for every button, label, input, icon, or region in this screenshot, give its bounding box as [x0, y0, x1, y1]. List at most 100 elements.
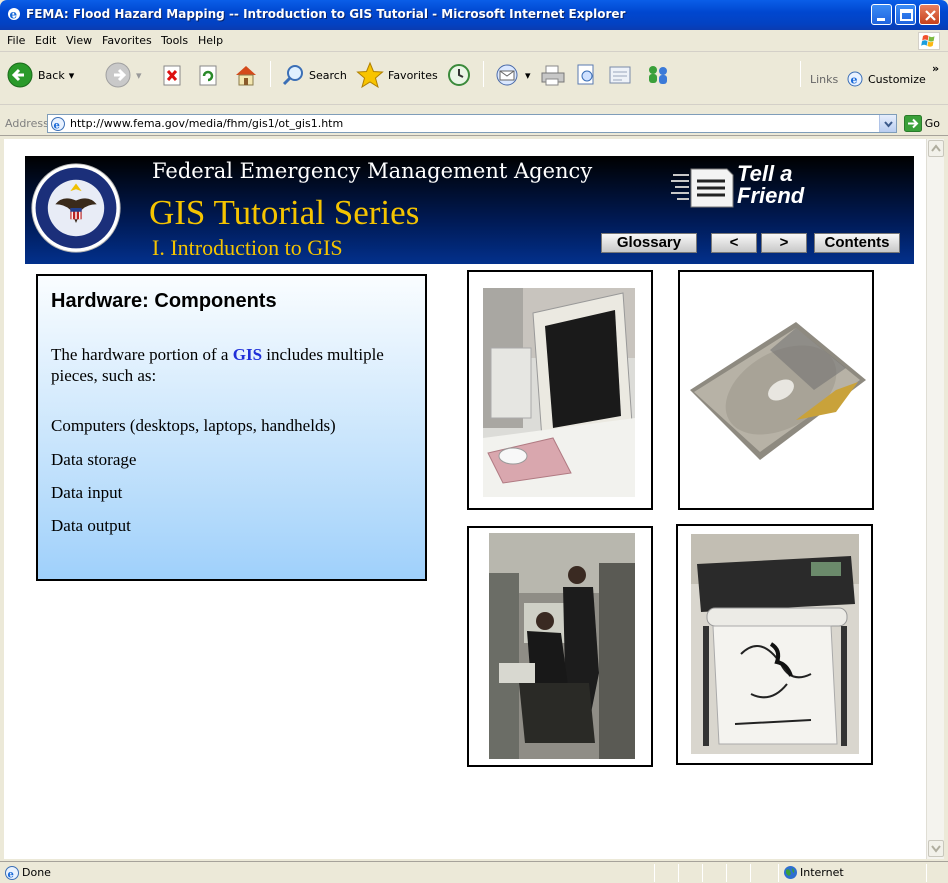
edit-page-icon	[577, 64, 594, 85]
window-titlebar: e FEMA: Flood Hazard Mapping -- Introduc…	[0, 0, 948, 30]
star-icon	[356, 61, 384, 89]
panel-intro: The hardware portion of a GIS includes m…	[51, 344, 411, 386]
refresh-button[interactable]	[198, 65, 220, 87]
menu-bar: File Edit View Favorites Tools Help	[0, 30, 948, 52]
agency-name: Federal Emergency Management Agency	[152, 159, 593, 183]
ie-logo-icon: e	[8, 8, 20, 22]
svg-text:e: e	[10, 8, 18, 22]
discuss-icon	[609, 66, 631, 84]
address-url: http://www.fema.gov/media/fhm/gis1/ot_gi…	[70, 117, 344, 130]
data-input-photo-frame	[467, 526, 653, 767]
list-item-data-storage: Data storage	[51, 450, 137, 469]
back-label: Back	[38, 68, 65, 82]
tutorial-banner: Federal Emergency Management Agency GIS …	[25, 156, 914, 264]
tell-a-friend-line2: Friend	[737, 183, 805, 208]
favorites-button[interactable]: Favorites	[356, 61, 438, 89]
customize-links-button[interactable]: e Customize	[846, 70, 926, 88]
menu-file[interactable]: File	[7, 34, 25, 47]
plotter-photo-frame	[676, 524, 873, 765]
history-icon	[448, 64, 470, 86]
contents-button[interactable]: Contents	[814, 233, 900, 253]
lesson-subtitle: I. Introduction to GIS	[152, 235, 343, 260]
mail-button[interactable]: ▾	[495, 63, 531, 87]
page-content: Federal Emergency Management Agency GIS …	[4, 139, 926, 859]
next-button[interactable]: >	[761, 233, 807, 253]
list-item-data-input: Data input	[51, 483, 123, 502]
svg-text:e: e	[8, 870, 14, 881]
address-dropdown-icon[interactable]	[879, 115, 896, 132]
messenger-icon	[649, 66, 667, 84]
forward-arrow-icon	[105, 62, 131, 88]
links-label: Links	[810, 73, 839, 86]
refresh-icon	[199, 65, 217, 86]
printer-icon	[541, 65, 565, 86]
page-icon: e	[51, 117, 65, 132]
panel-heading: Hardware: Components	[51, 290, 277, 312]
home-button[interactable]	[233, 63, 259, 87]
search-button[interactable]: Search	[281, 63, 347, 87]
maximize-button[interactable]	[895, 4, 916, 25]
menu-help[interactable]: Help	[198, 34, 223, 47]
svg-text:e: e	[851, 74, 858, 87]
menu-favorites[interactable]: Favorites	[102, 34, 152, 47]
mail-dropdown-icon[interactable]: ▾	[525, 69, 531, 82]
plotter-output-photo	[691, 534, 859, 754]
mail-icon	[496, 64, 518, 86]
go-arrow-icon	[903, 115, 922, 132]
stop-button[interactable]	[162, 65, 184, 87]
glossary-button[interactable]: Glossary	[601, 233, 697, 253]
toolbar-overflow-icon[interactable]: »	[932, 62, 939, 75]
tell-a-friend-line1: Tell a	[737, 161, 793, 186]
window-title: FEMA: Flood Hazard Mapping -- Introducti…	[26, 7, 626, 21]
fema-seal-icon	[31, 163, 121, 253]
hardware-text-panel: Hardware: Components The hardware portio…	[36, 274, 427, 581]
scroll-up-button[interactable]	[928, 140, 944, 157]
ie-page-icon: e	[847, 71, 863, 87]
menu-edit[interactable]: Edit	[35, 34, 56, 47]
back-button[interactable]: Back ▾	[6, 61, 74, 89]
storage-disk-photo	[686, 320, 870, 466]
minimize-button[interactable]	[871, 4, 892, 25]
status-text: Done	[22, 866, 51, 879]
messenger-button[interactable]	[644, 63, 672, 87]
address-input[interactable]: e http://www.fema.gov/media/fhm/gis1/ot_…	[47, 114, 897, 133]
menu-tools[interactable]: Tools	[161, 34, 188, 47]
home-icon	[236, 66, 256, 86]
address-bar: Address e http://www.fema.gov/media/fhm/…	[0, 112, 948, 136]
page-status-icon: e	[5, 866, 19, 881]
back-dropdown-icon[interactable]: ▾	[69, 69, 75, 82]
svg-text:e: e	[54, 121, 60, 132]
address-label: Address	[5, 117, 49, 130]
computer-photo-frame	[467, 270, 653, 510]
standard-toolbar: Back ▾ ▾ Search Favorites ▾ Links e Cust…	[0, 53, 948, 105]
print-button[interactable]	[540, 63, 566, 87]
internet-zone-icon	[784, 866, 797, 879]
stop-icon	[163, 65, 181, 86]
go-button[interactable]: Go	[903, 115, 940, 132]
list-item-data-output: Data output	[51, 516, 131, 535]
menu-view[interactable]: View	[66, 34, 92, 47]
intro-text-before: The hardware portion of a	[51, 345, 233, 364]
history-button[interactable]	[446, 62, 472, 88]
letter-icon	[671, 168, 734, 208]
close-button[interactable]	[919, 4, 940, 25]
tell-a-friend-link[interactable]: Tell a Friend	[671, 159, 831, 219]
back-arrow-icon	[7, 62, 33, 88]
windows-logo-icon	[918, 32, 940, 50]
search-label: Search	[309, 68, 347, 82]
gis-glossary-link[interactable]: GIS	[233, 345, 262, 364]
list-item-computers: Computers (desktops, laptops, handhelds)	[51, 416, 336, 435]
previous-button[interactable]: <	[711, 233, 757, 253]
favorites-label: Favorites	[388, 68, 438, 82]
customize-label: Customize	[868, 72, 926, 86]
status-bar: e Done Internet	[0, 861, 948, 883]
search-icon	[282, 65, 303, 86]
scroll-down-button[interactable]	[928, 840, 944, 857]
edit-button[interactable]	[574, 63, 598, 87]
forward-button[interactable]: ▾	[104, 61, 142, 89]
series-title: GIS Tutorial Series	[149, 193, 420, 232]
vertical-scrollbar[interactable]	[926, 139, 944, 859]
discuss-button[interactable]	[608, 63, 634, 87]
links-button[interactable]: Links	[810, 73, 838, 86]
forward-dropdown-icon[interactable]: ▾	[136, 69, 142, 82]
